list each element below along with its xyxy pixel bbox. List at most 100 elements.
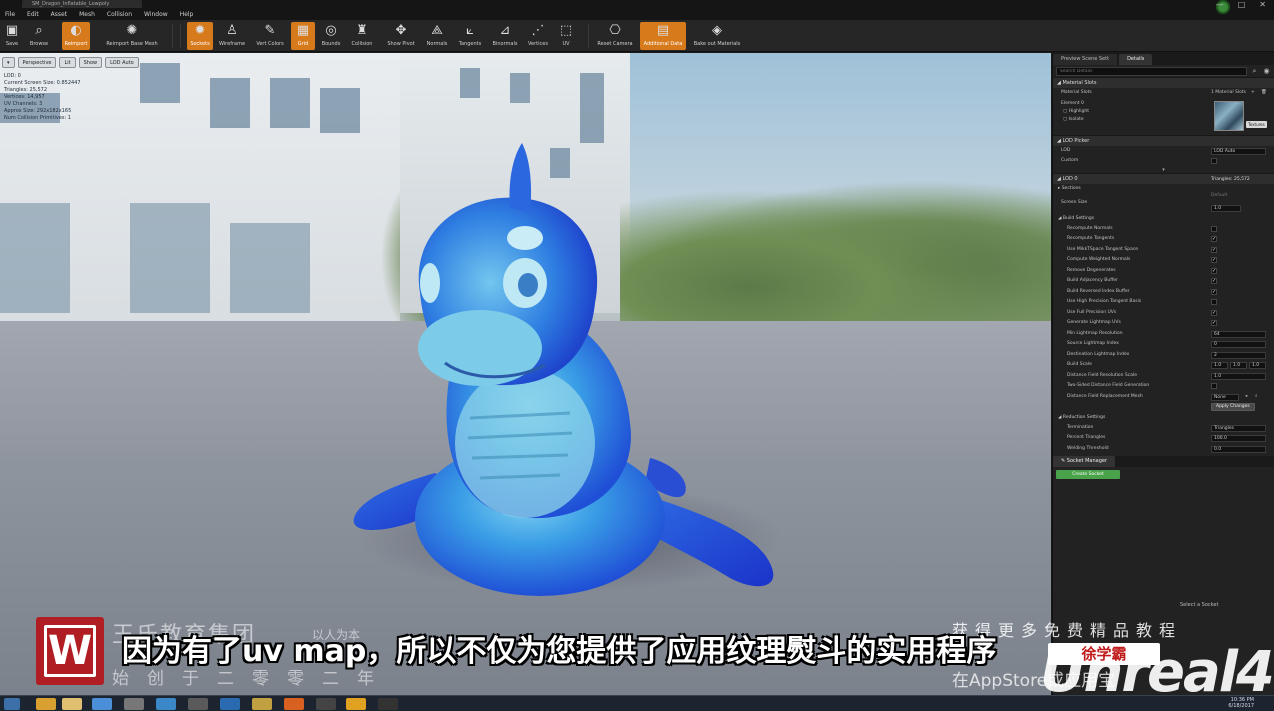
sockets-button[interactable]: ✹ Sockets — [187, 22, 213, 50]
min-lightmap-input[interactable]: 64 — [1211, 330, 1266, 338]
reimport-button[interactable]: ◐ Reimport — [62, 22, 90, 50]
tab-preview-scene-settings[interactable]: Preview Scene Sett — [1053, 54, 1118, 65]
material-slots-header[interactable]: ◢ Material Slots — [1053, 77, 1274, 88]
build-setting-checkbox[interactable]: ✓ — [1211, 236, 1217, 242]
app-icon[interactable] — [220, 698, 240, 710]
grid-button[interactable]: ▦ Grid — [291, 22, 315, 50]
build-setting-checkbox[interactable]: ✓ — [1211, 288, 1217, 295]
vertices-button[interactable]: ⋰ Vertices — [525, 22, 551, 50]
search-icon[interactable]: ⌕ — [1250, 67, 1259, 76]
df-replacement-select[interactable]: None — [1211, 393, 1239, 401]
viewport-options-button[interactable]: ▾ — [2, 57, 15, 68]
source-lightmap-input[interactable]: 0 — [1211, 341, 1266, 348]
arrow-left-icon[interactable]: ◂ — [1245, 392, 1247, 403]
apply-changes-button[interactable]: Apply Changes — [1211, 403, 1255, 411]
lod0-header[interactable]: ◢ LOD 0 Triangles: 25,572 — [1053, 172, 1274, 184]
eye-icon[interactable]: ◉ — [1262, 67, 1271, 76]
build-setting-checkbox[interactable]: ✓ — [1211, 257, 1217, 263]
binormals-button[interactable]: ⊿ Binormals — [489, 22, 521, 50]
percent-triangles-input[interactable]: 100.0 — [1211, 435, 1266, 442]
build-setting-checkbox[interactable]: ✓ — [1211, 278, 1217, 284]
tab-details[interactable]: Details — [1119, 54, 1153, 65]
minimize-button[interactable]: — — [1216, 0, 1224, 10]
browser-icon[interactable] — [92, 698, 112, 710]
build-setting-checkbox[interactable] — [1211, 299, 1217, 305]
start-icon[interactable] — [4, 698, 20, 710]
reduction-settings-header[interactable]: ◢ Reduction Settings — [1053, 413, 1274, 423]
build-setting-checkbox[interactable]: ✓ — [1211, 246, 1217, 253]
vert-colors-button[interactable]: ✎ Vert Colors — [252, 22, 288, 50]
close-button[interactable]: ✕ — [1259, 0, 1266, 10]
custom-checkbox[interactable] — [1211, 158, 1217, 164]
show-button[interactable]: Show — [78, 57, 103, 68]
add-slot-icon[interactable]: + — [1251, 88, 1255, 99]
menu-collision[interactable]: Collision — [106, 9, 133, 20]
screen-size-input[interactable]: 1.0 — [1211, 204, 1241, 212]
material-slots-row: Material Slots 1 Material Slots + 🗑 — [1053, 88, 1274, 99]
app-icon[interactable] — [252, 698, 272, 710]
menu-mesh[interactable]: Mesh — [78, 9, 96, 20]
reimport-base-mesh-button[interactable]: ✺ Reimport Base Mesh — [102, 22, 162, 50]
dragon-mesh[interactable] — [340, 113, 790, 613]
build-scale-y-input[interactable]: 1.0 — [1230, 362, 1247, 369]
save-button[interactable]: ▣ Save — [2, 22, 22, 50]
build-setting-checkbox[interactable]: ✓ — [1211, 320, 1217, 326]
build-scale-z-input[interactable]: 1.0 — [1249, 362, 1266, 369]
show-pivot-button[interactable]: ✥ Show Pivot — [384, 22, 418, 50]
build-setting-checkbox[interactable]: ✓ — [1211, 309, 1217, 316]
unreal-icon[interactable] — [316, 698, 336, 710]
app-icon[interactable] — [124, 698, 144, 710]
menu-asset[interactable]: Asset — [50, 9, 68, 20]
search-details-input[interactable] — [1056, 66, 1247, 76]
menu-file[interactable]: File — [4, 9, 16, 20]
build-settings-header[interactable]: ◢ Build Settings — [1053, 214, 1274, 224]
app-icon[interactable] — [346, 698, 366, 710]
textures-button[interactable]: Textures — [1246, 120, 1267, 128]
build-setting-checkbox[interactable] — [1211, 225, 1217, 232]
uv-button[interactable]: ⬚ UV — [556, 22, 576, 50]
perspective-button[interactable]: Perspective — [17, 57, 57, 68]
app-icon[interactable] — [36, 698, 56, 710]
system-clock[interactable]: 10:36 PM 6/18/2017 — [1228, 697, 1254, 709]
tangents-button[interactable]: ⟀ Tangents — [455, 22, 485, 50]
lod-picker-header[interactable]: ◢ LOD Picker — [1053, 134, 1274, 146]
reset-camera-button[interactable]: ⎔ Reset Camera — [595, 22, 635, 50]
dest-lightmap-input[interactable]: 2 — [1211, 351, 1266, 359]
app-icon[interactable] — [156, 698, 176, 710]
browse-button[interactable]: ⌕ Browse — [26, 22, 52, 50]
df-resolution-input[interactable]: 1.0 — [1211, 372, 1266, 380]
build-setting-row: Compute Weighted Normals ✓ — [1067, 257, 1217, 263]
create-socket-button[interactable]: Create Socket — [1056, 470, 1120, 479]
app-icon[interactable] — [284, 698, 304, 710]
isolate-toggle[interactable]: ▢ Isolate — [1063, 115, 1084, 126]
wireframe-button[interactable]: ♙ Wireframe — [216, 22, 248, 50]
bake-out-materials-button[interactable]: ◈ Bake out Materials — [691, 22, 743, 50]
lod-select[interactable]: LOD Auto — [1211, 147, 1266, 155]
sections-row[interactable]: ▸ Sections — [1053, 184, 1274, 194]
maximize-button[interactable]: □ — [1238, 0, 1246, 10]
delete-icon[interactable]: 🗑 — [1261, 88, 1267, 99]
two-sided-df-checkbox[interactable] — [1211, 383, 1217, 389]
build-scale-x-input[interactable]: 1.0 — [1211, 362, 1228, 369]
menu-edit[interactable]: Edit — [26, 9, 40, 20]
material-thumbnail[interactable] — [1214, 100, 1244, 131]
app-icon[interactable] — [378, 698, 398, 710]
termination-select[interactable]: Triangles — [1211, 424, 1266, 432]
collision-button[interactable]: ♜ Collision — [347, 22, 377, 50]
bounds-button[interactable]: ◎ Bounds — [318, 22, 344, 50]
app-icon[interactable] — [188, 698, 208, 710]
search-icon[interactable]: ⌕ — [1255, 392, 1258, 403]
welding-threshold-input[interactable]: 0.0 — [1211, 445, 1266, 453]
tab-socket-manager[interactable]: ✎ Socket Manager — [1053, 456, 1116, 467]
mesh-viewport[interactable]: ▾ Perspective Lit Show LOD Auto LOD: 0 C… — [0, 53, 1051, 695]
menu-window[interactable]: Window — [143, 9, 169, 20]
lit-button[interactable]: Lit — [59, 57, 76, 68]
lod-auto-button[interactable]: LOD Auto — [105, 57, 139, 68]
menu-help[interactable]: Help — [179, 9, 195, 20]
normals-button[interactable]: ⟁ Normals — [423, 22, 451, 50]
additional-data-button[interactable]: ▤ Additional Data — [640, 22, 686, 50]
vert-colors-icon: ✎ — [264, 22, 276, 38]
build-setting-checkbox[interactable]: ✓ — [1211, 267, 1217, 274]
asset-tab[interactable]: SM_Dragon_Inflatable_Lowpoly — [22, 0, 142, 8]
folder-icon[interactable] — [62, 698, 82, 710]
